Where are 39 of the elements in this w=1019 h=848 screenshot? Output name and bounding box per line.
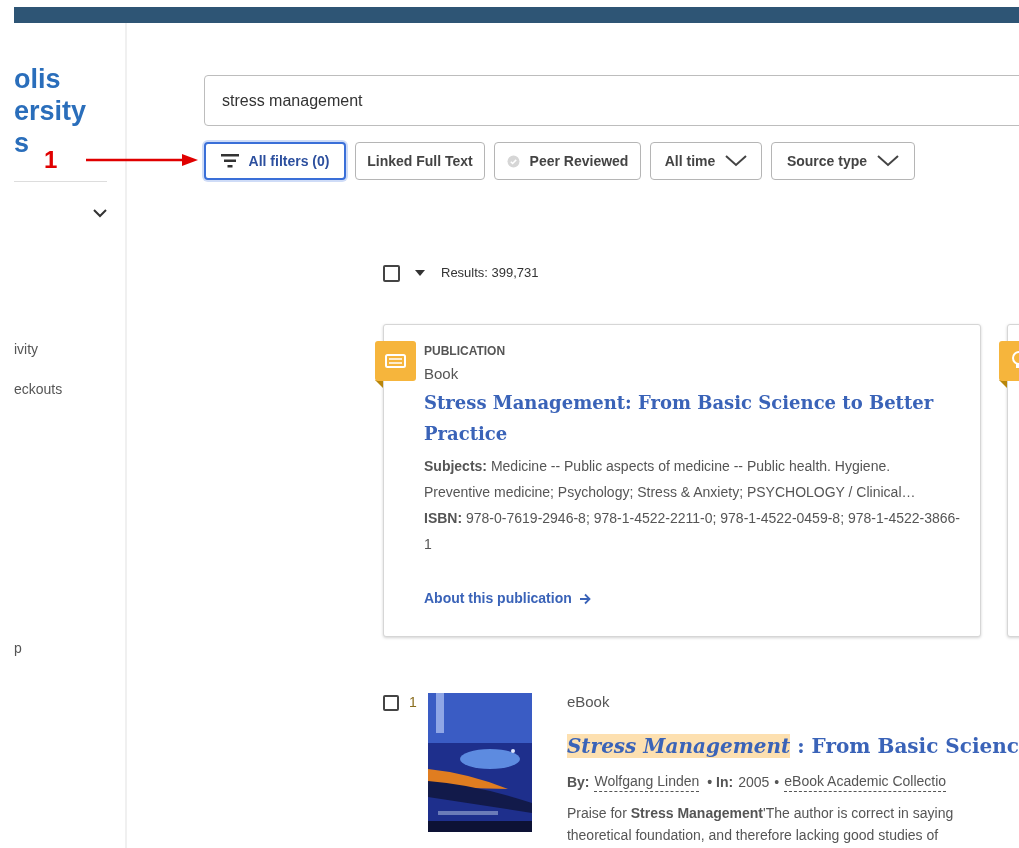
separator-text: • [774, 772, 780, 792]
by-label: By: [566, 772, 590, 792]
filter-button[interactable]: Source type [771, 142, 915, 180]
isbn-text: ISBN: 978-0-7619-2946-8; 978-1-4522-2211-0; 978-1-4522-0459-8; 978-1-4522-3866-1 [424, 509, 961, 554]
arrow-right-icon [578, 592, 591, 605]
logo-text: ersity [14, 95, 87, 127]
chevron-down-icon [877, 155, 900, 167]
logo-text: olis [14, 63, 61, 95]
chevron-down-icon[interactable] [93, 209, 107, 218]
result-checkbox[interactable] [383, 695, 399, 711]
results-count: Results: 399,731 [441, 264, 539, 283]
result-title[interactable]: Stress Management : From Basic Scienc [566, 733, 1019, 759]
sidebar-item[interactable]: eckouts [14, 380, 63, 398]
sidebar-item[interactable]: p [14, 639, 22, 657]
annotation-number: 1 [44, 146, 58, 174]
category-label: PUBLICATION [424, 343, 506, 360]
about-link[interactable]: About this publication [424, 588, 591, 609]
snippet-text: Praise for Stress Management'The author is correct in saying theoretical foundation, and therefore lacking good studies of [566, 804, 955, 845]
type-label: eBook [566, 693, 610, 711]
filter-button[interactable]: All time [650, 142, 762, 180]
in-label: • In: [707, 772, 734, 792]
filter-button[interactable]: Linked Full Text [355, 142, 485, 180]
filter-button[interactable]: All filters (0) [204, 142, 346, 180]
logo-text: s [14, 127, 30, 159]
filter-icon [220, 154, 239, 168]
caret-down-icon[interactable] [415, 270, 425, 276]
publication-title[interactable]: Stress Management: From Basic Science to Better Practice [424, 387, 964, 449]
collection-link[interactable]: eBook Academic Collectio [784, 771, 947, 792]
result-number: 1 [409, 694, 417, 710]
select-all-checkbox[interactable] [383, 264, 400, 282]
search-field[interactable]: stress management [204, 75, 1019, 126]
year-text: 2005 [738, 772, 770, 792]
chevron-down-icon [725, 155, 748, 167]
subjects-text: Subjects: Medicine -- Public aspects of medicine -- Public health. Hygiene. Preventive medicine; Psychology; Stress & Anxiety; PSYCHOLOGY / Clinical… [424, 457, 917, 502]
badge-icon [506, 154, 520, 168]
author-link[interactable]: Wolfgang Linden [594, 771, 700, 792]
filter-button[interactable]: Peer Reviewed [494, 142, 641, 180]
type-label: Book [424, 364, 459, 384]
sidebar-item[interactable]: ivity [14, 340, 39, 358]
